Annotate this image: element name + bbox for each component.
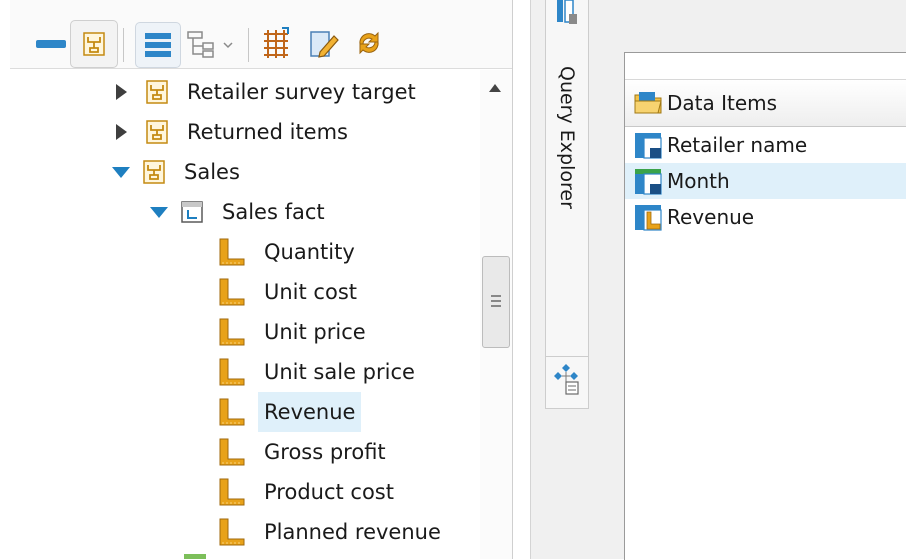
tree-item-label: Planned revenue [264,520,441,544]
data-item-icon [635,133,662,159]
data-item-label: Retailer name [667,133,808,157]
data-item-icon [635,169,662,195]
query-subject-icon [181,201,203,223]
grip-line [491,305,501,307]
tree-item-label: Gross profit [264,440,386,464]
scroll-up-icon[interactable] [489,84,501,92]
data-item-month[interactable]: Month [625,163,906,199]
tree-item-label: Revenue [258,392,362,432]
tree-item-quantity[interactable]: Quantity [218,232,355,272]
tree-item-unit-cost[interactable]: Unit cost [218,272,357,312]
tree-item-gross-profit[interactable]: Gross profit [218,432,386,472]
collapse-all-icon[interactable] [36,40,66,48]
tree-view-button[interactable] [186,30,236,60]
toolbar-separator [123,28,124,62]
namespace-icon [146,120,168,144]
list-view-icon [145,33,171,57]
source-toolbar [10,0,512,69]
grip-line [491,300,501,302]
measure-icon [219,318,245,346]
edit-button[interactable] [306,26,340,60]
tree-item-retailer-survey-target[interactable]: Retailer survey target [116,72,416,112]
tree-item-unit-sale-price[interactable]: Unit sale price [218,352,415,392]
measure-icon [219,238,245,266]
tree-item-label: Retailer survey target [187,80,416,104]
tree-item-unit-price[interactable]: Unit price [218,312,366,352]
data-items-header: Data Items [625,79,906,127]
tree-item-label: Unit cost [264,280,357,304]
data-item-label: Month [667,169,730,193]
namespace-icon [143,160,165,184]
tree-item-sales[interactable]: Sales [112,152,240,192]
measure-icon [219,278,245,306]
data-item-retailer-name[interactable]: Retailer name [625,127,906,163]
expand-arrow-icon[interactable] [116,84,127,100]
tree-item-revenue[interactable]: Revenue [218,392,362,432]
tree-item-returned-items[interactable]: Returned items [116,112,348,152]
namespace-icon [83,32,105,56]
data-items-folder-icon [634,92,662,114]
tree-item-label: Unit sale price [264,360,415,384]
refresh-button[interactable] [352,26,386,60]
toolbar-separator [248,28,249,62]
namespace-icon [146,80,168,104]
measure-icon [219,438,245,466]
grid-button[interactable] [260,26,294,60]
list-view-button[interactable] [135,22,181,68]
tree-item-product-cost[interactable]: Product cost [218,472,394,512]
package-view-button[interactable] [70,20,118,68]
source-tree-panel: Retailer survey target Returned items Sa… [0,0,513,559]
tree-item-label: Product cost [264,480,394,504]
measure-data-item-icon [635,205,662,231]
next-tree-item-icon [184,554,206,559]
tree-item-planned-revenue[interactable]: Planned revenue [218,512,441,552]
data-item-revenue[interactable]: Revenue [625,199,906,235]
refresh-icon [359,31,379,55]
tree-item-label: Sales fact [222,200,325,224]
tree-item-sales-fact[interactable]: Sales fact [150,192,325,232]
expand-arrow-icon[interactable] [116,124,127,140]
measure-icon [219,398,245,426]
edit-icon [310,31,339,58]
data-items-pane: Data Items Retailer name Month Revenue [624,52,906,560]
tree-view-icon [187,31,233,58]
collapse-arrow-icon[interactable] [112,166,130,178]
query-icon [557,0,577,24]
tab-divider [546,356,588,357]
tree-item-label: Sales [184,160,240,184]
tree-scrollbar[interactable] [480,70,512,559]
scrollbar-thumb[interactable] [482,256,510,348]
grip-line [491,295,501,297]
tab-query-explorer[interactable]: Query Explorer [545,0,589,409]
tree-item-label: Returned items [187,120,348,144]
collapse-arrow-icon[interactable] [150,206,168,218]
measure-icon [219,518,245,546]
side-tab-strip: Query Explorer [530,0,597,559]
tree-item-label: Unit price [264,320,366,344]
grid-icon [264,27,289,58]
query-explorer-label: Query Explorer [556,66,578,209]
measure-icon [219,358,245,386]
data-item-label: Revenue [667,205,755,229]
measure-icon [219,478,245,506]
source-tree: Retailer survey target Returned items Sa… [0,70,480,559]
query-panel: Data Items Retailer name Month Revenue [596,0,906,560]
data-items-title: Data Items [667,91,778,115]
tree-item-label: Quantity [264,240,355,264]
query-explorer-icon[interactable] [552,362,582,396]
